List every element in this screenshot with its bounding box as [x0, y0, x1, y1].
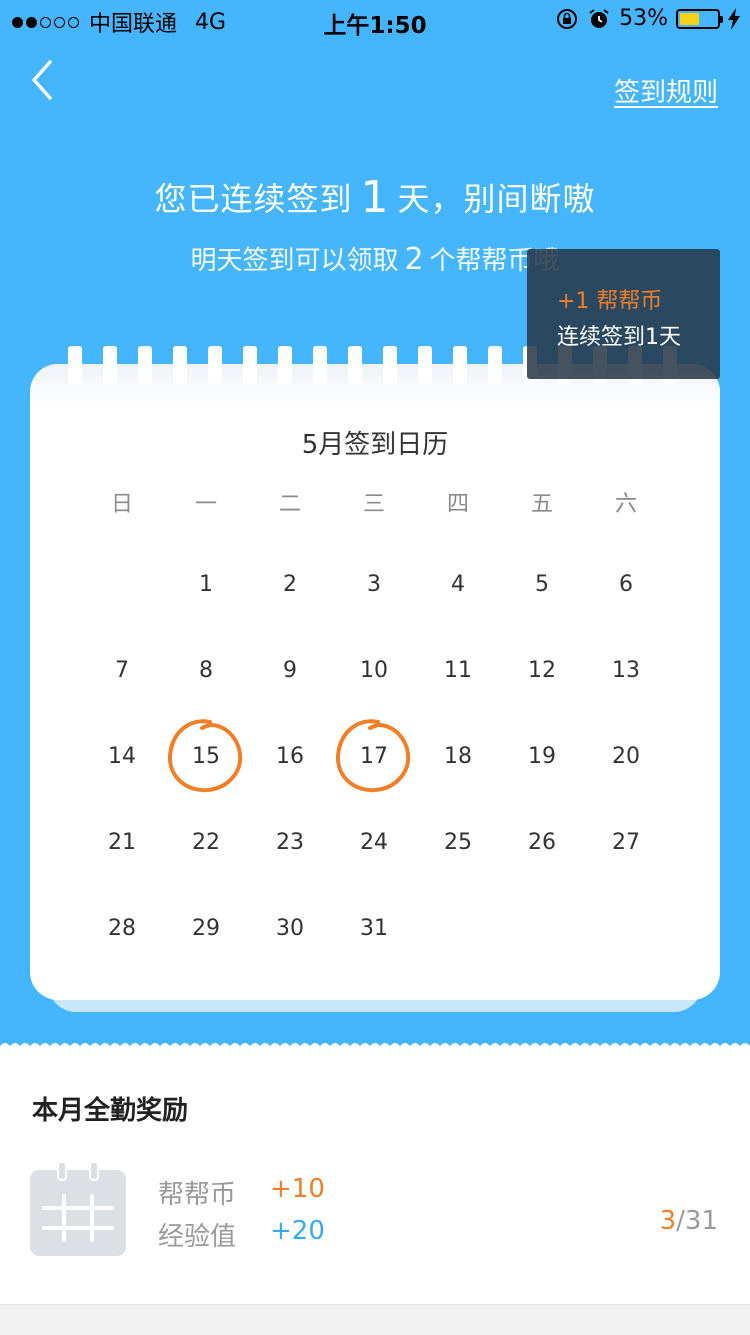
exp-label: 经验值 [158, 1222, 237, 1252]
reward-title: 本月全勤奖励 [32, 1096, 189, 1126]
calendar-day[interactable]: 10 [332, 658, 416, 683]
weekday-label: 五 [530, 492, 553, 517]
binder-ring [243, 346, 257, 384]
battery-percent: 53% [619, 6, 668, 31]
calendar-day[interactable]: 28 [80, 916, 164, 941]
binder-ring [138, 346, 152, 384]
binder-ring [383, 346, 397, 384]
progress-total: /31 [676, 1206, 718, 1236]
binder-ring [348, 346, 362, 384]
calendar-day[interactable]: 22 [164, 830, 248, 855]
weekday-label: 四 [446, 492, 469, 517]
exp-value: +20 [270, 1216, 325, 1246]
calendar-day-signed[interactable]: 17 [332, 744, 416, 769]
calendar-day[interactable]: 20 [584, 744, 668, 769]
calendar-day[interactable]: 7 [80, 658, 164, 683]
calendar-day[interactable]: 27 [584, 830, 668, 855]
tooltip-reward: +1 帮帮币 [557, 289, 663, 314]
bottom-divider [0, 1304, 750, 1335]
checkin-header-area: 中国联通 4G 上午1:50 53% 签到规则 您已连续签到 1 天，别间断嗷 … [0, 0, 750, 1052]
checkin-rules-link[interactable]: 签到规则 [614, 72, 718, 109]
calendar-day[interactable]: 30 [248, 916, 332, 941]
binder-ring [278, 346, 292, 384]
calendar-icon [30, 1162, 126, 1256]
calendar-day[interactable]: 18 [416, 744, 500, 769]
back-icon[interactable] [26, 58, 66, 102]
streak-headline: 您已连续签到 1 天，别间断嗷 [0, 172, 750, 223]
checkin-reward-tooltip: +1 帮帮币 连续签到1天 [527, 249, 720, 379]
calendar-day[interactable]: 29 [164, 916, 248, 941]
attendance-progress: 3/31 [660, 1206, 718, 1236]
charging-bolt-icon [728, 7, 740, 30]
calendar-day[interactable]: 13 [584, 658, 668, 683]
tomorrow-coins: 2 [404, 242, 424, 277]
reward-coins-row: 帮帮币 +10 [158, 1174, 325, 1211]
weekday-label: 一 [194, 492, 217, 517]
binder-ring [313, 346, 327, 384]
calendar-day[interactable]: 4 [416, 572, 500, 597]
calendar-day[interactable]: 12 [500, 658, 584, 683]
calendar-day[interactable]: 2 [248, 572, 332, 597]
binder-ring [173, 346, 187, 384]
binder-ring [488, 346, 502, 384]
calendar-day[interactable]: 9 [248, 658, 332, 683]
coin-value: +10 [270, 1174, 325, 1204]
status-bar: 中国联通 4G 上午1:50 53% [0, 0, 750, 40]
calendar-day[interactable]: 26 [500, 830, 584, 855]
headline-suffix: 天，别间断嗷 [397, 180, 596, 218]
progress-current: 3 [659, 1206, 677, 1236]
weekday-header: 日一二三四五六 [80, 486, 668, 517]
binder-ring [208, 346, 222, 384]
battery-icon [676, 8, 723, 29]
subline-prefix: 明天签到可以领取 [190, 246, 399, 276]
calendar-title: 5月签到日历 [301, 430, 449, 460]
tooltip-streak: 连续签到1天 [557, 325, 681, 350]
calendar-day[interactable]: 23 [248, 830, 332, 855]
calendar-day[interactable]: 24 [332, 830, 416, 855]
headline-prefix: 您已连续签到 [154, 180, 353, 218]
calendar-day[interactable]: 19 [500, 744, 584, 769]
weekday-label: 三 [362, 492, 385, 517]
calendar-day[interactable]: 1 [164, 572, 248, 597]
calendar-day-signed[interactable]: 15 [164, 744, 248, 769]
binder-ring [68, 346, 82, 384]
monthly-reward-section: 本月全勤奖励 帮帮币 +10 经验值 +20 3/31 [0, 1052, 750, 1304]
weekday-label: 日 [110, 492, 133, 517]
binder-ring [103, 346, 117, 384]
calendar-day[interactable]: 21 [80, 830, 164, 855]
binder-ring [453, 346, 467, 384]
calendar-day[interactable]: 11 [416, 658, 500, 683]
alarm-icon [589, 8, 609, 28]
calendar-day[interactable]: 5 [500, 572, 584, 597]
binder-ring [418, 346, 432, 384]
calendar-day[interactable]: 14 [80, 744, 164, 769]
weekday-label: 二 [278, 492, 301, 517]
coin-label: 帮帮币 [158, 1180, 237, 1210]
rotation-lock-icon [557, 8, 578, 29]
status-right: 53% [555, 6, 740, 31]
calendar-day[interactable]: 3 [332, 572, 416, 597]
scalloped-edge [0, 1040, 750, 1052]
calendar-day[interactable]: 31 [332, 916, 416, 941]
weekday-label: 六 [614, 492, 637, 517]
calendar-card: 5月签到日历 日一二三四五六 1 2 3 4 5 6 7 8 9 10 11 12 13 14 15 16 17… [30, 364, 720, 1000]
calendar-day[interactable]: 6 [584, 572, 668, 597]
calendar-day[interactable]: 8 [164, 658, 248, 683]
reward-exp-row: 经验值 +20 [158, 1216, 325, 1253]
calendar-day[interactable]: 16 [248, 744, 332, 769]
streak-days: 1 [360, 172, 390, 223]
calendar-day[interactable]: 25 [416, 830, 500, 855]
